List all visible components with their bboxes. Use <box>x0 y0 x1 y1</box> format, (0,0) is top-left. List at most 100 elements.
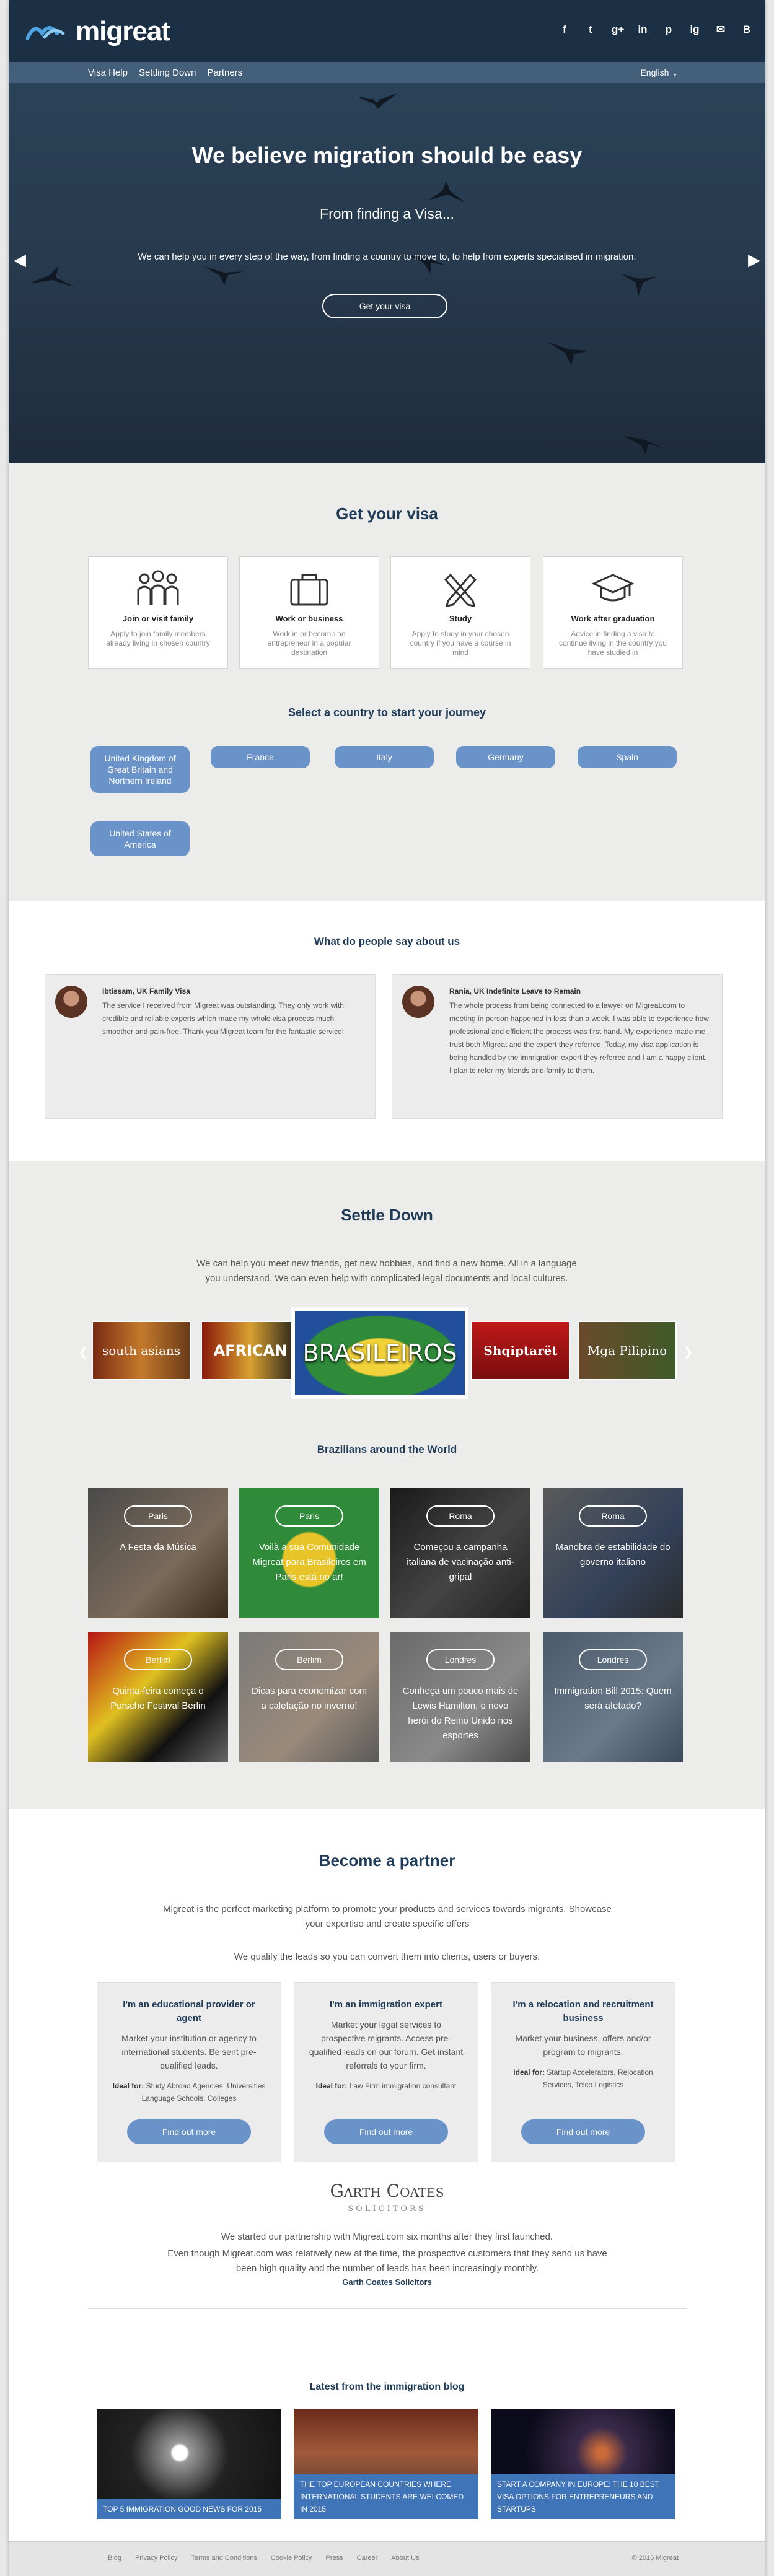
bird-icon <box>357 93 398 109</box>
main-nav: Visa Help Settling Down Partners English… <box>9 62 765 83</box>
footer-link-cookie[interactable]: Cookie Policy <box>271 2554 312 2562</box>
footer-link-privacy[interactable]: Privacy Policy <box>135 2554 177 2562</box>
visa-card-graduation[interactable]: Work after graduation Advice in finding … <box>543 556 683 669</box>
city-badge: Paris <box>275 1505 343 1527</box>
footer-link-about[interactable]: About Us <box>391 2554 419 2562</box>
community-south-asians[interactable]: south asians <box>92 1321 191 1380</box>
partner-intro: Migreat is the perfect marketing platfor… <box>163 1904 612 1929</box>
tile-caption: Manobra de estabilidade do governo itali… <box>555 1542 671 1567</box>
footer-link-press[interactable]: Press <box>326 2554 343 2562</box>
settle-down-section: Settle Down We can help you meet new fri… <box>9 1161 765 1809</box>
bird-icon <box>428 181 466 203</box>
google-plus-icon[interactable]: g+ <box>612 24 624 36</box>
nav-partners[interactable]: Partners <box>208 68 243 78</box>
community-filipino[interactable]: Mga Pilipino <box>578 1321 677 1380</box>
nav-settling-down[interactable]: Settling Down <box>139 68 196 78</box>
community-tile[interactable]: Roma Manobra de estabilidade do governo … <box>543 1488 683 1618</box>
bird-icon <box>29 266 76 287</box>
visa-card-work[interactable]: Work or business Work in or become an en… <box>239 556 379 669</box>
blog-section: Latest from the immigration blog TOP 5 I… <box>9 2312 765 2541</box>
visa-card-study[interactable]: Study Apply to study in your chosen coun… <box>390 556 530 669</box>
footer-link-terms[interactable]: Terms and Conditions <box>191 2554 257 2562</box>
city-badge: Londres <box>426 1649 495 1670</box>
community-tile[interactable]: Paris Voilà a sua Comunidade Migreat par… <box>239 1488 379 1618</box>
footer-link-career[interactable]: Career <box>357 2554 378 2562</box>
tile-caption: Dicas para economizar com a calefação no… <box>252 1686 367 1711</box>
divider <box>88 2308 687 2309</box>
instagram-icon[interactable]: ig <box>690 24 700 36</box>
visa-card-text: Apply to join family members already liv… <box>106 629 210 647</box>
blog-post[interactable]: START A COMPANY IN EUROPE: THE 10 BEST V… <box>491 2409 675 2519</box>
community-brasileiros[interactable]: BRASILEIROS <box>291 1307 468 1399</box>
blog-icon[interactable]: B <box>742 24 752 36</box>
avatar <box>402 986 434 1018</box>
country-germany[interactable]: Germany <box>456 746 555 768</box>
page: migreat f t g+ in p ig ✉ B Visa Help Set… <box>9 0 765 2576</box>
testimonial-name: Ibtissam, UK Family Visa <box>102 987 190 996</box>
partner-logo-sub: SOLICITORS <box>348 2204 426 2214</box>
community-african[interactable]: AFRICAN <box>201 1321 300 1380</box>
tile-caption: Começou a campanha italiana de vacinação… <box>407 1542 514 1582</box>
visa-card-text: Advice in finding a visa to continue liv… <box>558 629 667 657</box>
footer-link-blog[interactable]: Blog <box>108 2554 121 2562</box>
country-uk[interactable]: United Kingdom of Great Britain and Nort… <box>90 746 190 793</box>
twitter-icon[interactable]: t <box>586 24 596 36</box>
ideal-for: Startup Accelerators, Relocation Service… <box>542 2068 653 2089</box>
partner-title: Become a partner <box>319 1851 455 1870</box>
find-out-more-button[interactable]: Find out more <box>521 2119 645 2144</box>
carousel-next-icon[interactable]: ▶ <box>748 250 760 269</box>
pinterest-icon[interactable]: p <box>664 24 674 36</box>
country-select-title: Select a country to start your journey <box>288 706 486 719</box>
visa-card-family[interactable]: Join or visit family Apply to join famil… <box>88 556 228 669</box>
hero-text: We can help you in every step of the way… <box>138 252 636 262</box>
tile-caption: Conheça um pouco mais de Lewis Hamilton,… <box>402 1686 519 1741</box>
partner-card-immigration: I'm an immigration expert Market your le… <box>294 1982 478 2162</box>
community-tile[interactable]: Berlim Quinta-feira começa o Porsche Fes… <box>88 1632 228 1762</box>
ideal-label: Ideal for: <box>513 2068 545 2077</box>
nav-visa-help[interactable]: Visa Help <box>88 68 128 78</box>
partner-logo: Garth Coates <box>330 2181 444 2201</box>
community-tile[interactable]: Berlim Dicas para economizar com a calef… <box>239 1632 379 1762</box>
country-usa[interactable]: United States of America <box>90 821 190 856</box>
community-tile[interactable]: Londres Immigration Bill 2015: Quem será… <box>543 1632 683 1762</box>
testimonial-card: Rania, UK Indefinite Leave to Remain The… <box>392 974 723 1119</box>
brand-logo[interactable]: migreat <box>26 16 170 47</box>
brand-name: migreat <box>76 16 170 46</box>
visa-card-title: Study <box>449 614 472 623</box>
birds-logo-icon <box>26 26 65 40</box>
visa-card-text: Work in or become an entrepreneur in a p… <box>267 629 351 657</box>
city-badge: Paris <box>124 1505 192 1527</box>
community-tile[interactable]: Roma Começou a campanha italiana de vaci… <box>390 1488 530 1618</box>
facebook-icon[interactable]: f <box>560 24 570 36</box>
community-tile[interactable]: Paris A Festa da Música <box>88 1488 228 1618</box>
country-italy[interactable]: Italy <box>335 746 434 768</box>
linkedin-icon[interactable]: in <box>638 24 648 36</box>
partner-card-title: I'm a relocation and recruitment busines… <box>512 1999 654 2023</box>
country-france[interactable]: France <box>211 746 310 768</box>
carousel-prev-icon[interactable]: ❮ <box>78 1344 89 1360</box>
city-badge: Londres <box>579 1649 647 1670</box>
hero-title: We believe migration should be easy <box>191 142 583 168</box>
blog-post[interactable]: THE TOP EUROPEAN COUNTRIES WHERE INTERNA… <box>294 2409 478 2519</box>
carousel-prev-icon[interactable]: ◀ <box>14 250 26 269</box>
partner-card-text: Market your business, offers and/or prog… <box>515 2033 651 2057</box>
find-out-more-button[interactable]: Find out more <box>324 2119 448 2144</box>
partner-card-title: I'm an immigration expert <box>330 1999 442 2010</box>
language-selector[interactable]: English ⌄ <box>640 68 679 78</box>
partner-card-title: I'm an educational provider or agent <box>123 1999 255 2023</box>
partner-card-relocation: I'm a relocation and recruitment busines… <box>491 1982 675 2162</box>
blog-post[interactable]: TOP 5 IMMIGRATION GOOD NEWS FOR 2015 <box>97 2409 281 2519</box>
community-albanian[interactable]: Shqiptarët <box>471 1321 570 1380</box>
country-spain[interactable]: Spain <box>578 746 677 768</box>
get-visa-button[interactable]: Get your visa <box>322 294 447 318</box>
partner-card-education: I'm an educational provider or agent Mar… <box>97 1982 281 2162</box>
visa-card-text: Apply to study in your chosen country if… <box>410 629 511 657</box>
find-out-more-button[interactable]: Find out more <box>127 2119 251 2144</box>
community-tile[interactable]: Londres Conheça um pouco mais de Lewis H… <box>390 1632 530 1762</box>
bird-icon <box>621 274 657 296</box>
blog-post-title: START A COMPANY IN EUROPE: THE 10 BEST V… <box>491 2474 675 2519</box>
email-icon[interactable]: ✉ <box>716 24 726 36</box>
visa-card-title: Work after graduation <box>571 614 655 623</box>
carousel-next-icon[interactable]: ❯ <box>683 1344 693 1360</box>
top-header: migreat f t g+ in p ig ✉ B <box>9 0 765 62</box>
